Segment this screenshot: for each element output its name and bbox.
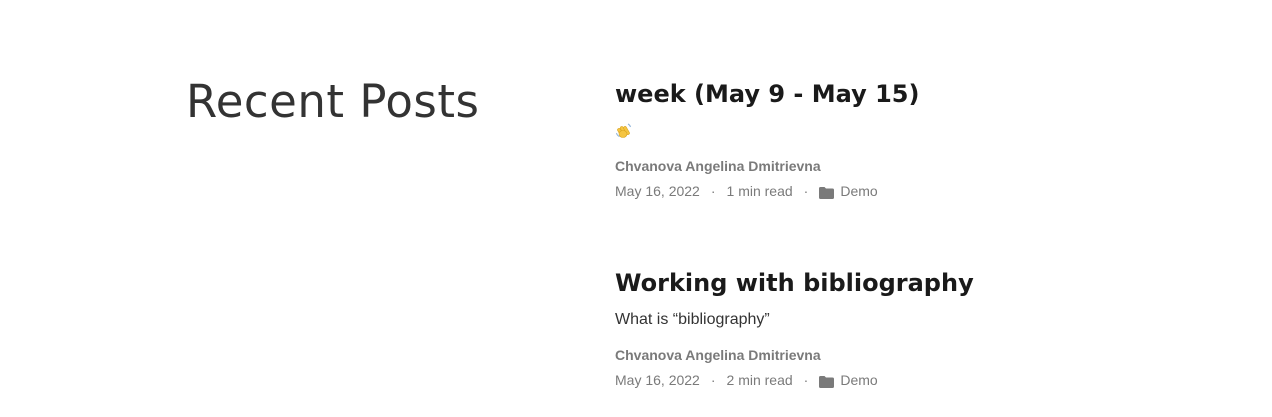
meta-separator: · [803,372,809,388]
post-summary: What is “bibliography” [615,311,770,328]
post-item: Working with bibliography What is “bibli… [615,267,1215,389]
post-summary [615,120,1215,142]
post-meta: May 16, 2022 · 2 min read · Demo [615,371,1215,389]
post-category-link[interactable]: Demo [840,371,877,389]
post-author[interactable]: Chvanova Angelina Dmitrievna [615,157,1215,175]
waving-hand-icon [615,122,633,140]
meta-separator: · [710,372,716,388]
meta-separator: · [803,183,809,199]
post-item: week (May 9 - May 15) Chvanova Angelina … [615,78,1215,200]
meta-separator: · [710,183,716,199]
post-date: May 16, 2022 [615,183,700,199]
folder-icon [819,185,835,199]
post-author[interactable]: Chvanova Angelina Dmitrievna [615,346,1215,364]
post-date: May 16, 2022 [615,372,700,388]
section-title: Recent Posts [186,75,480,128]
post-read-time: 2 min read [726,372,793,388]
post-read-time: 1 min read [726,183,793,199]
post-category-link[interactable]: Demo [840,182,877,200]
post-title[interactable]: week (May 9 - May 15) [615,78,1215,110]
post-title[interactable]: Working with bibliography [615,267,1215,299]
post-meta: May 16, 2022 · 1 min read · Demo [615,182,1215,200]
folder-icon [819,374,835,388]
